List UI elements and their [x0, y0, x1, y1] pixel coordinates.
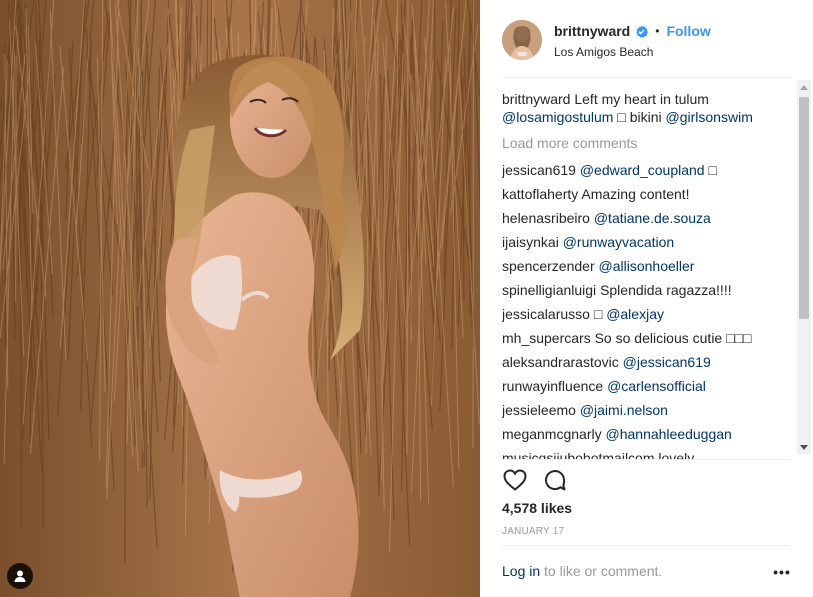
- comment-row: meganmcgnarly @hannahleeduggan: [502, 422, 800, 446]
- login-prompt-text: to like or comment.: [540, 563, 663, 579]
- follow-button[interactable]: Follow: [666, 23, 710, 39]
- comment-row: helenasribeiro @tatiane.de.souza: [502, 206, 800, 230]
- comment-mention[interactable]: @tatiane.de.souza: [594, 210, 711, 226]
- avatar-image: [502, 20, 542, 60]
- post-photo[interactable]: [0, 0, 480, 597]
- photo-illustration: [0, 0, 480, 597]
- comment-mention[interactable]: @alexjay: [606, 306, 664, 322]
- comment-username[interactable]: jessieleemo: [502, 402, 576, 418]
- comment-text: □: [704, 162, 717, 178]
- comment-mention[interactable]: @edward_coupland: [580, 162, 705, 178]
- caption-text: Left my heart in tulum: [574, 91, 709, 107]
- username-link[interactable]: brittnyward: [554, 23, 630, 39]
- comment-text: Splendida ragazza!!!!: [600, 282, 732, 298]
- heart-icon: [503, 469, 527, 491]
- comment-row: ijaisynkai @runwayvacation: [502, 230, 800, 254]
- comment-row: mh_supercars So so delicious cutie □□□: [502, 326, 800, 350]
- caption-mention-brand[interactable]: @losamigostulum: [502, 109, 613, 125]
- caption: brittnyward Left my heart in tulum @losa…: [502, 90, 800, 126]
- post-header: brittnyward • Follow Los Amigos Beach: [502, 16, 790, 64]
- caption-username[interactable]: brittnyward: [502, 91, 570, 107]
- comment-username[interactable]: helenasribeiro: [502, 210, 590, 226]
- comment-username[interactable]: spencerzender: [502, 258, 595, 274]
- comment-bubble-icon: [545, 470, 566, 491]
- comment-text: Amazing content!: [581, 186, 690, 202]
- comment-username[interactable]: aleksandrarastovic: [502, 354, 619, 370]
- load-more-comments-button[interactable]: Load more comments: [502, 134, 800, 152]
- separator-dot: •: [655, 24, 660, 38]
- comment-username[interactable]: spinelligianluigi: [502, 282, 596, 298]
- comment-mention[interactable]: @allisonhoeller: [599, 258, 695, 274]
- comment-row: aleksandrarastovic @jessican619: [502, 350, 800, 374]
- location-link[interactable]: Los Amigos Beach: [554, 45, 711, 59]
- comment-text: So so delicious cutie □□□: [594, 330, 752, 346]
- post-date[interactable]: JANUARY 17: [502, 526, 564, 537]
- action-bar: [502, 465, 582, 495]
- comment-row: musicqsijubobotmailcom lovely: [502, 446, 800, 460]
- comment-mention[interactable]: @hannahleeduggan: [606, 426, 732, 442]
- header-divider: [502, 77, 790, 78]
- comment-username[interactable]: mh_supercars: [502, 330, 591, 346]
- comment-emoji: □: [593, 306, 603, 322]
- comment-row: jessieleemo @jaimi.nelson: [502, 398, 800, 422]
- comment-username[interactable]: jessican619: [502, 162, 576, 178]
- like-button[interactable]: [502, 467, 528, 493]
- footer-divider: [502, 545, 790, 546]
- scrollbar-thumb[interactable]: [799, 97, 809, 319]
- comments-divider: [502, 459, 790, 460]
- likes-count[interactable]: 4,578 likes: [502, 500, 572, 516]
- caption-mention-swim[interactable]: @girlsonswim: [666, 109, 753, 125]
- comment-username[interactable]: meganmcgnarly: [502, 426, 602, 442]
- user-tag-icon: [14, 570, 26, 582]
- scroll-down-arrow-icon[interactable]: [797, 440, 811, 454]
- comment-mention[interactable]: @jaimi.nelson: [580, 402, 668, 418]
- login-link[interactable]: Log in: [502, 563, 540, 579]
- comment-username[interactable]: jessicalarusso: [502, 306, 590, 322]
- comment-username[interactable]: kattoflaherty: [502, 186, 578, 202]
- more-options-icon[interactable]: •••: [772, 563, 792, 581]
- comment-username[interactable]: ijaisynkai: [502, 234, 559, 250]
- comment-row: spencerzender @allisonhoeller: [502, 254, 800, 278]
- caption-text-middle: □ bikini: [617, 109, 662, 125]
- avatar[interactable]: [502, 20, 542, 60]
- comment-mention[interactable]: @carlensofficial: [607, 378, 706, 394]
- scroll-up-arrow-icon[interactable]: [797, 80, 811, 94]
- comment-row: jessicalarusso □ @alexjay: [502, 302, 800, 326]
- verified-badge-icon: [636, 24, 649, 38]
- comment-row: jessican619 @edward_coupland □: [502, 158, 800, 182]
- user-tag-button[interactable]: [7, 563, 33, 589]
- comment-username[interactable]: runwayinfluence: [502, 378, 603, 394]
- comment-row: kattoflaherty Amazing content!: [502, 182, 800, 206]
- comments-list[interactable]: brittnyward Left my heart in tulum @losa…: [502, 88, 800, 460]
- login-prompt: Log in to like or comment. •••: [502, 563, 792, 581]
- straw-strand: [472, 0, 474, 449]
- comment-row: runwayinfluence @carlensofficial: [502, 374, 800, 398]
- comment-row: spinelligianluigi Splendida ragazza!!!!: [502, 278, 800, 302]
- comment-mention[interactable]: @runwayvacation: [563, 234, 675, 250]
- comments-scrollbar[interactable]: [797, 80, 811, 454]
- comment-mention[interactable]: @jessican619: [623, 354, 711, 370]
- comment-button[interactable]: [542, 467, 568, 493]
